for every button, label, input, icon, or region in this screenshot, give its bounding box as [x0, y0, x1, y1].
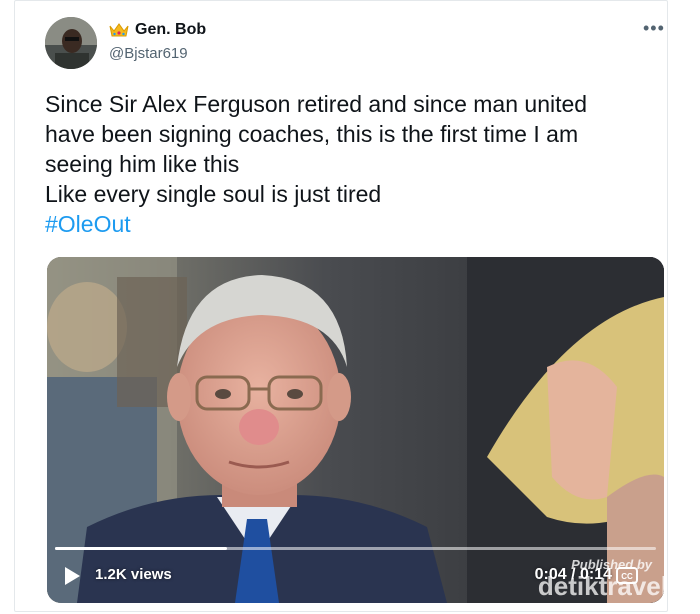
- tweet-text-line: seeing him like this: [45, 151, 240, 177]
- view-count: 1.2K views: [95, 566, 172, 583]
- video-frame: [47, 257, 664, 603]
- tweet-text: Since Sir Alex Ferguson retired and sinc…: [45, 89, 655, 239]
- display-name[interactable]: Gen. Bob: [135, 21, 206, 39]
- crown-icon: [109, 23, 129, 37]
- avatar[interactable]: [45, 17, 97, 69]
- more-dots-icon[interactable]: •••: [643, 19, 665, 37]
- author-name-row[interactable]: Gen. Bob: [109, 21, 206, 39]
- tweet-text-line: have been signing coaches, this is the f…: [45, 121, 579, 147]
- hashtag-link[interactable]: #OleOut: [45, 209, 655, 239]
- watermark-caption: Published by: [571, 557, 652, 572]
- video-progress-bar[interactable]: [55, 547, 656, 550]
- user-handle[interactable]: @Bjstar619: [109, 45, 188, 62]
- video-progress-fill: [55, 547, 227, 550]
- avatar-image: [45, 17, 97, 69]
- watermark-brand: detiktravel: [537, 571, 664, 601]
- tweet-text-line: Since Sir Alex Ferguson retired and sinc…: [45, 91, 588, 117]
- tweet-text-line: Like every single soul is just tired: [45, 181, 382, 207]
- play-icon[interactable]: [63, 566, 81, 586]
- tweet-card[interactable]: Gen. Bob @Bjstar619 ••• Since Sir Alex F…: [14, 0, 668, 612]
- video-player[interactable]: 1.2K views 0:04 / 0:14 CC Published by d…: [47, 257, 664, 603]
